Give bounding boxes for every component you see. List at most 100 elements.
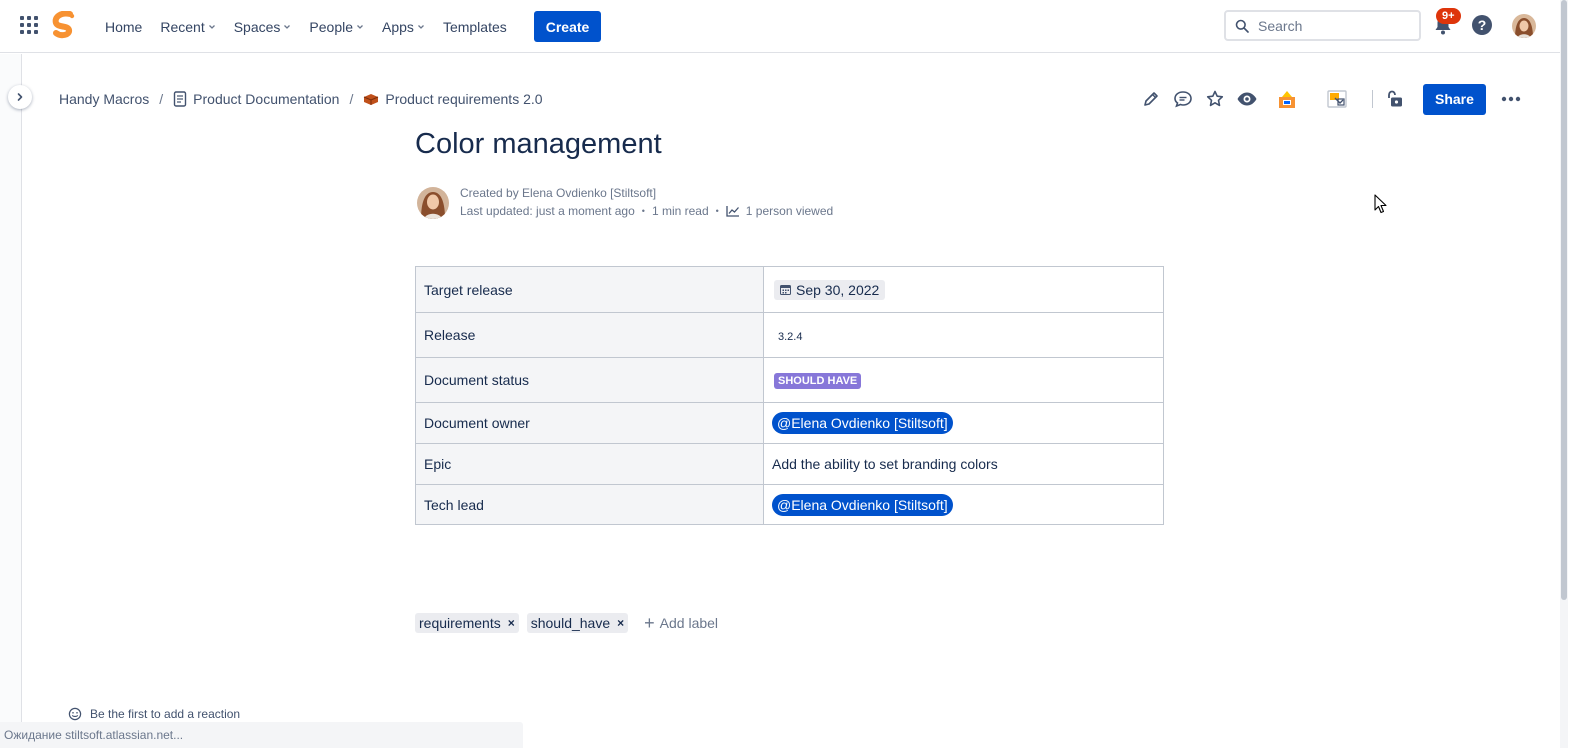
nav-item-home[interactable]: Home (96, 11, 151, 43)
add-reaction-button[interactable]: Be the first to add a reaction (68, 707, 240, 721)
user-avatar[interactable] (1512, 14, 1536, 38)
remove-label-icon[interactable]: × (617, 616, 624, 630)
nav-item-label: Home (105, 18, 143, 35)
table-key-cell: Target release (415, 266, 764, 313)
reaction-prompt-text: Be the first to add a reaction (90, 707, 241, 721)
sidebar-collapsed-rail (0, 54, 22, 748)
remove-label-icon[interactable]: × (508, 616, 515, 630)
date-text: Sep 30, 2022 (796, 281, 880, 298)
restrictions-icon[interactable] (1383, 88, 1405, 110)
byline-dot-separator: • (715, 206, 719, 216)
table-row: Target release Sep 30, 2022 (415, 266, 1164, 313)
app-switcher-icon[interactable] (20, 16, 38, 34)
app-macro-icon[interactable] (1276, 88, 1298, 110)
emoji-brick-icon (364, 94, 379, 105)
table-value-cell: Sep 30, 2022 (763, 266, 1164, 313)
nav-item-people[interactable]: People (300, 11, 373, 43)
status-badge: SHOULD HAVE (774, 373, 862, 389)
table-row: Release 3.2.4 (415, 312, 1164, 358)
search-icon (1235, 19, 1249, 33)
chevron-down-icon (417, 24, 424, 29)
byline-viewers[interactable]: 1 person viewed (746, 204, 833, 218)
comment-icon[interactable] (1172, 88, 1194, 110)
label-chip[interactable]: should_have × (526, 613, 629, 633)
date-lozenge[interactable]: Sep 30, 2022 (774, 279, 886, 300)
edit-icon[interactable] (1140, 88, 1162, 110)
byline-dot-separator: • (641, 206, 645, 216)
calendar-icon (780, 285, 791, 295)
author-avatar[interactable] (417, 187, 449, 219)
nav-item-label: Templates (442, 18, 507, 35)
chevron-down-icon (357, 24, 363, 29)
analytics-icon (726, 206, 739, 217)
table-row: Tech lead @Elena Ovdienko [Stiltsoft] (415, 484, 1164, 525)
breadcrumb: Handy Macros / Product Documentation / P… (59, 88, 543, 110)
label-chip[interactable]: requirements × (415, 613, 519, 633)
star-icon[interactable] (1204, 88, 1226, 110)
primary-nav: Home Recent Spaces People Apps Templates Creat… (96, 0, 602, 53)
page-icon (173, 91, 187, 107)
nav-item-label: People (309, 18, 354, 35)
table-value-cell: 3.2.4 (763, 312, 1164, 358)
table-key-cell: Epic (415, 443, 764, 485)
table-value-cell: Add the ability to set branding colors (763, 443, 1164, 485)
confluence-site-logo-icon[interactable] (51, 11, 77, 41)
label-text: should_have (530, 615, 611, 631)
search-input[interactable] (1258, 17, 1408, 34)
page-labels: requirements × should_have × + Add label (415, 613, 718, 633)
page-title: Color management (415, 128, 662, 160)
create-button[interactable]: Create (533, 11, 602, 42)
nav-item-recent[interactable]: Recent (151, 11, 224, 43)
page-actions-toolbar: Share (1140, 83, 1523, 115)
nav-item-label: Spaces (233, 18, 281, 35)
add-label-button[interactable]: + Add label (644, 614, 718, 632)
app-image-icon[interactable] (1326, 88, 1348, 110)
breadcrumb-space-link[interactable]: Handy Macros (59, 91, 149, 107)
table-value-cell: @Elena Ovdienko [Stiltsoft] (763, 402, 1164, 444)
nav-item-apps[interactable]: Apps (373, 11, 434, 43)
user-mention[interactable]: @Elena Ovdienko [Stiltsoft] (772, 412, 953, 434)
label-text: requirements (419, 615, 501, 631)
add-label-text: Add label (659, 615, 719, 631)
breadcrumb-separator: / (349, 91, 354, 107)
expand-sidebar-button[interactable] (8, 85, 32, 109)
table-value-cell: @Elena Ovdienko [Stiltsoft] (763, 484, 1164, 525)
table-key-cell: Release (415, 312, 764, 358)
nav-item-label: Apps (382, 18, 414, 35)
table-key-cell: Document owner (415, 402, 764, 444)
table-row: Document owner @Elena Ovdienko [Stiltsof… (415, 402, 1164, 444)
nav-item-label: Recent (160, 18, 205, 35)
mouse-cursor-icon (1374, 194, 1387, 214)
notification-count-badge: 9+ (1436, 8, 1461, 24)
help-icon[interactable]: ? (1472, 15, 1492, 35)
chevron-right-icon (17, 93, 23, 101)
watch-icon[interactable] (1236, 88, 1258, 110)
page-scrollbar-thumb[interactable] (1561, 0, 1567, 600)
byline-meta: Last updated: just a moment ago • 1 min … (460, 204, 833, 218)
nav-item-templates[interactable]: Templates (434, 11, 516, 43)
table-row: Epic Add the ability to set branding col… (415, 443, 1164, 485)
search-field[interactable] (1224, 10, 1421, 41)
byline-last-updated[interactable]: Last updated: just a moment ago (460, 204, 635, 218)
breadcrumb-parent-page-link[interactable]: Product Documentation (173, 91, 339, 107)
requirements-table: Target release Sep 30, 2022 Release 3.2.… (415, 266, 1164, 525)
breadcrumb-current-page-link[interactable]: Product requirements 2.0 (363, 91, 543, 107)
table-value-cell: SHOULD HAVE (763, 357, 1164, 403)
table-key-cell: Document status (415, 357, 764, 403)
browser-status-bar: Ожидание stiltsoft.atlassian.net... (0, 722, 523, 748)
toolbar-divider (1372, 90, 1373, 108)
user-mention[interactable]: @Elena Ovdienko [Stiltsoft] (772, 493, 953, 516)
top-navigation: Home Recent Spaces People Apps Templates Creat… (0, 0, 1560, 53)
chevron-down-icon (284, 24, 291, 29)
table-row: Document status SHOULD HAVE (415, 357, 1164, 403)
nav-item-spaces[interactable]: Spaces (225, 11, 301, 43)
table-key-cell: Tech lead (415, 484, 764, 525)
byline-read-time: 1 min read (651, 204, 709, 218)
breadcrumb-current-label: Product requirements 2.0 (385, 91, 543, 107)
breadcrumb-separator: / (159, 91, 164, 107)
plus-icon: + (644, 613, 655, 633)
share-button[interactable]: Share (1423, 83, 1486, 115)
more-icon[interactable] (1499, 87, 1523, 111)
breadcrumb-parent-label: Product Documentation (193, 91, 340, 107)
release-version: 3.2.4 (778, 331, 803, 343)
